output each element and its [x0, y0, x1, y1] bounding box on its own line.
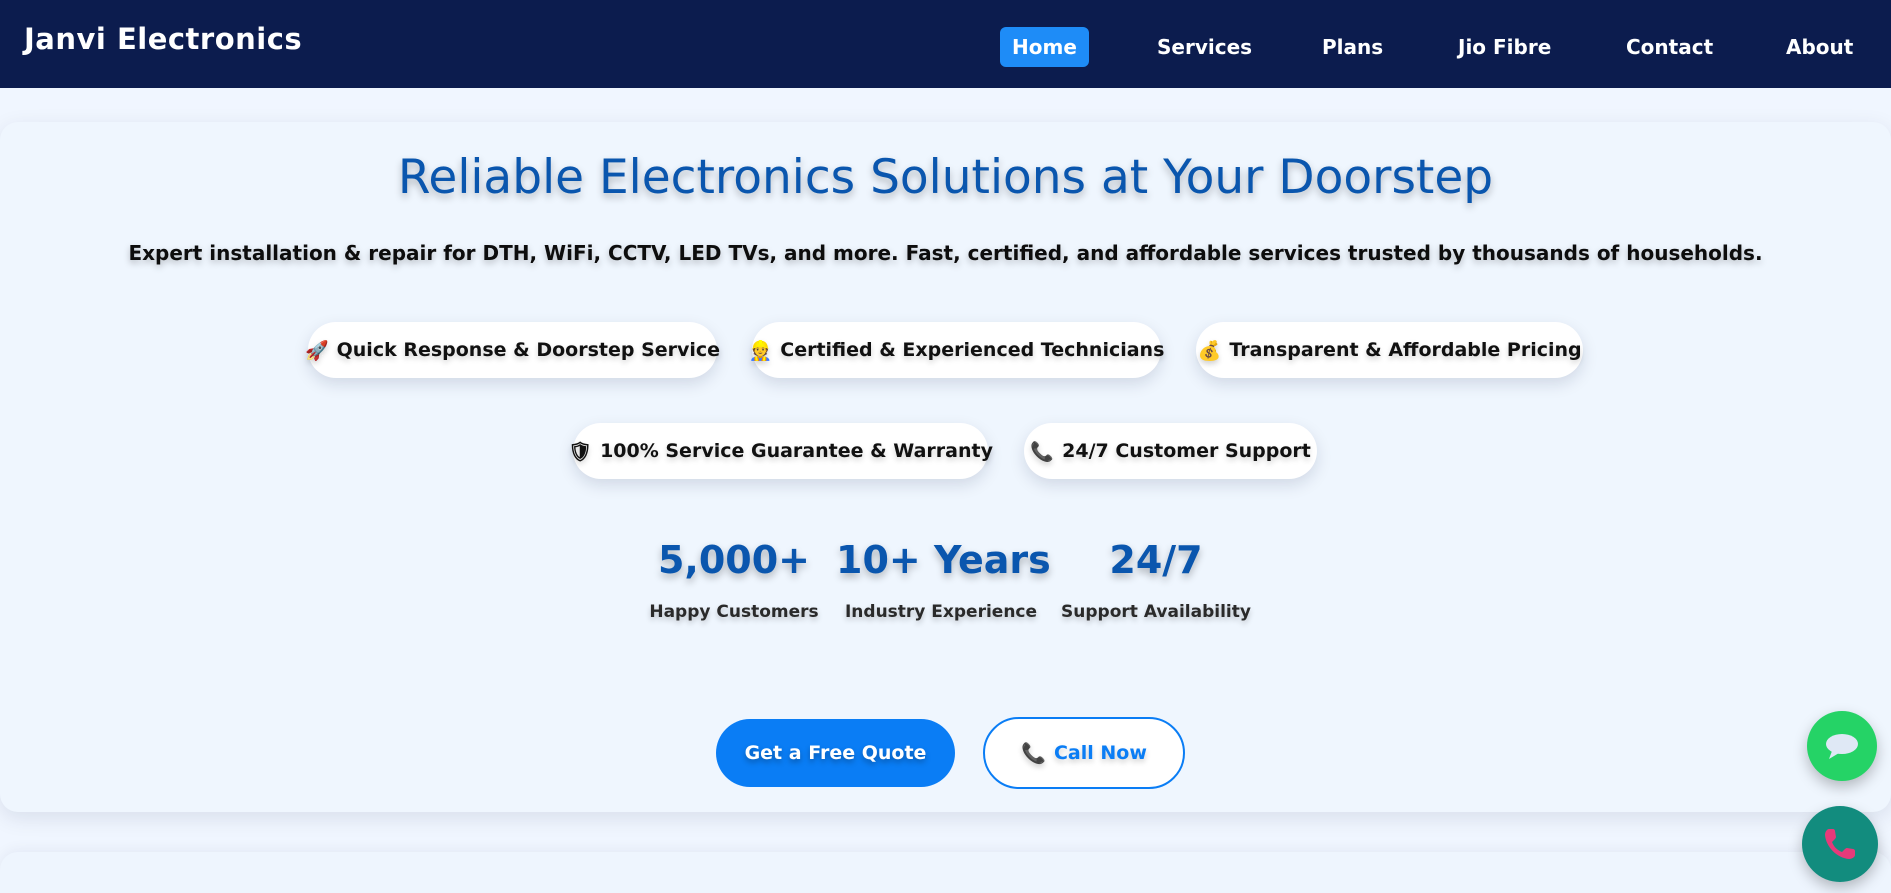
hero-title: Reliable Electronics Solutions at Your D…	[397, 150, 1494, 205]
nav-item-plans[interactable]: Plans	[1310, 27, 1395, 67]
stat-support-label: Support Availability	[1061, 602, 1251, 622]
shield-icon: 🛡	[568, 440, 593, 463]
feature-label: 100% Service Guarantee & Warranty	[600, 440, 993, 462]
floating-call-button[interactable]	[1802, 806, 1878, 882]
feature-label: Transparent & Affordable Pricing	[1229, 339, 1582, 361]
stat-experience-value: 10+ Years	[836, 538, 1051, 582]
call-now-button[interactable]: 📞 Call Now	[983, 717, 1185, 789]
nav-item-jio-fibre[interactable]: Jio Fibre	[1446, 27, 1563, 67]
feature-certified-technicians: 👷 Certified & Experienced Technicians	[748, 322, 1165, 378]
phone-icon: 📞	[1030, 440, 1054, 463]
phone-handset-icon	[1825, 829, 1855, 859]
stat-support-value: 24/7	[1109, 538, 1203, 582]
call-now-label: Call Now	[1053, 742, 1147, 764]
next-section	[0, 852, 1891, 893]
brand-logo[interactable]: Janvi Electronics	[24, 22, 302, 56]
stat-customers-label: Happy Customers	[649, 602, 819, 622]
feature-customer-support: 📞 24/7 Customer Support	[1024, 423, 1317, 479]
technician-icon: 👷	[748, 339, 773, 362]
feature-label: 24/7 Customer Support	[1062, 440, 1311, 462]
stat-customers-value: 5,000+	[657, 538, 811, 582]
nav-item-contact[interactable]: Contact	[1614, 27, 1725, 67]
chat-bubble-icon	[1826, 734, 1858, 759]
feature-label: Quick Response & Doorstep Service	[336, 339, 721, 361]
hero-subtitle: Expert installation & repair for DTH, Wi…	[128, 241, 1763, 265]
feature-service-guarantee: 🛡 100% Service Guarantee & Warranty	[568, 423, 993, 479]
stat-experience-label: Industry Experience	[844, 602, 1038, 622]
nav-item-about[interactable]: About	[1774, 27, 1865, 67]
nav-item-services[interactable]: Services	[1145, 27, 1264, 67]
navbar: Janvi Electronics Home Services Plans Ji…	[0, 0, 1891, 88]
nav-item-home[interactable]: Home	[1000, 27, 1089, 67]
feature-quick-response: 🚀 Quick Response & Doorstep Service	[304, 322, 721, 378]
phone-icon: 📞	[1021, 741, 1046, 765]
whatsapp-chat-button[interactable]	[1807, 711, 1877, 781]
money-bag-icon: 💰	[1197, 339, 1222, 362]
feature-affordable-pricing: 💰 Transparent & Affordable Pricing	[1196, 322, 1583, 378]
get-free-quote-button[interactable]: Get a Free Quote	[716, 719, 955, 787]
rocket-icon: 🚀	[304, 339, 329, 362]
feature-label: Certified & Experienced Technicians	[780, 339, 1165, 361]
